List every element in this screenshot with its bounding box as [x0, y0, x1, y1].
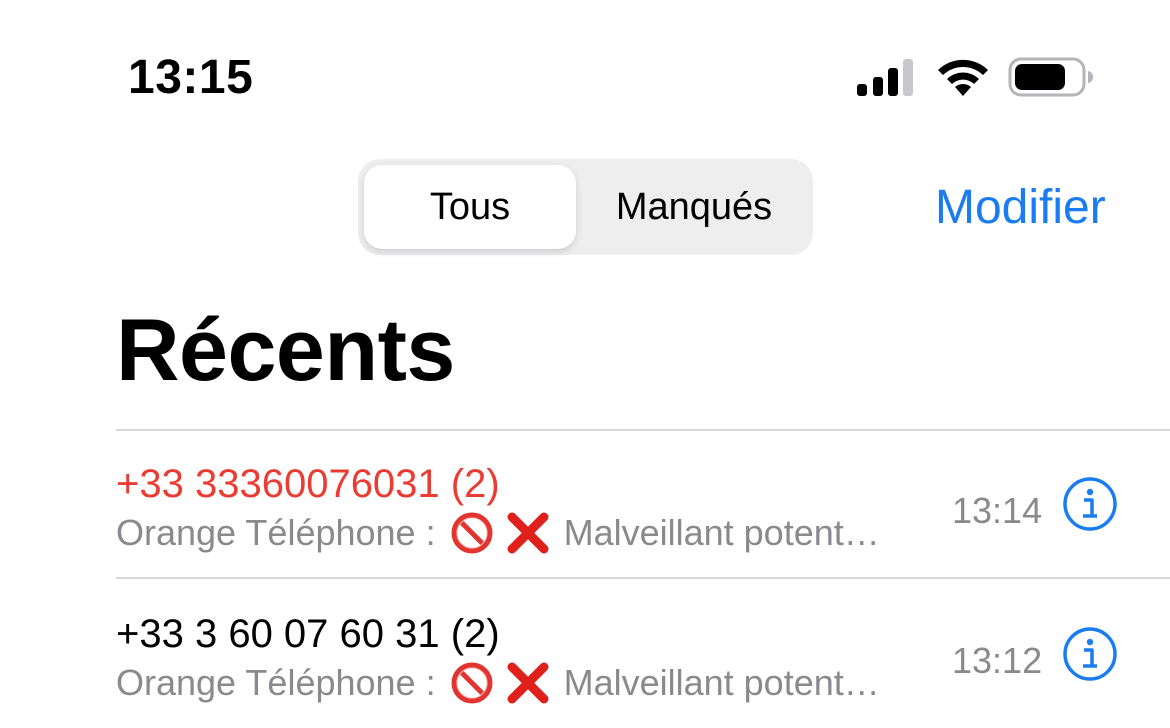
battery-icon [1008, 57, 1093, 97]
call-number: +33 33360076031 (2) [116, 462, 500, 506]
call-subtitle: Orange Téléphone : Malveillant potent… [116, 510, 916, 556]
cross-mark-emoji-icon [506, 661, 550, 705]
call-filter-segmented-control: Tous Manqués [358, 159, 813, 255]
segment-missed[interactable]: Manqués [580, 165, 808, 249]
call-time: 13:12 [952, 640, 1043, 681]
call-row[interactable]: +33 33360076031 (2) Orange Téléphone : M… [116, 430, 1170, 578]
no-entry-emoji-icon [450, 511, 494, 555]
page-title: Récents [116, 300, 455, 399]
info-button[interactable] [1062, 476, 1118, 532]
call-spam-label: Malveillant potent… [563, 512, 880, 553]
call-spam-label: Malveillant potent… [563, 662, 880, 703]
info-button[interactable] [1062, 626, 1118, 682]
cross-mark-emoji-icon [506, 511, 550, 555]
call-source-label: Orange Téléphone : [116, 512, 436, 553]
status-icons [855, 56, 1095, 100]
info-icon [1063, 477, 1117, 531]
list-divider [116, 577, 1170, 579]
call-row[interactable]: +33 3 60 07 60 31 (2) Orange Téléphone :… [116, 580, 1170, 728]
call-subtitle: Orange Téléphone : Malveillant potent… [116, 660, 916, 706]
edit-button[interactable]: Modifier [935, 178, 1106, 238]
no-entry-emoji-icon [450, 661, 494, 705]
status-time: 13:15 [128, 51, 254, 104]
segment-all[interactable]: Tous [364, 165, 576, 249]
info-icon [1063, 627, 1117, 681]
wifi-icon [938, 59, 988, 96]
call-source-label: Orange Téléphone : [116, 662, 436, 703]
call-number: +33 3 60 07 60 31 (2) [116, 612, 500, 656]
call-time: 13:14 [952, 490, 1043, 531]
cellular-signal-icon [857, 59, 913, 96]
